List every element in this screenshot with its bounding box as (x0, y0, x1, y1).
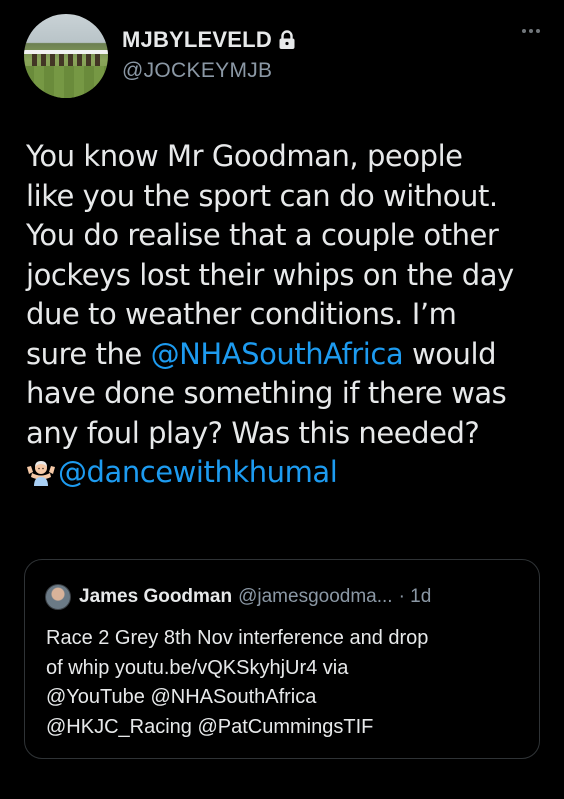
author-avatar[interactable] (24, 14, 108, 98)
quoted-tweet[interactable]: James Goodman @jamesgoodma... · 1d Race … (24, 559, 540, 759)
avatar-horses (32, 54, 102, 66)
tweet-text-fragment: would (403, 336, 497, 371)
quoted-line: @HKJC_Racing @PatCummingsTIF (46, 715, 374, 738)
tweet-line: You know Mr Goodman, people (26, 139, 463, 173)
avatar-track (24, 66, 108, 98)
author-handle[interactable]: @JOCKEYMJB (122, 59, 272, 83)
tweet-line: You do realise that a couple other (26, 218, 499, 252)
mention-link[interactable]: @NHASouthAfrica (151, 337, 404, 371)
lock-icon (278, 30, 296, 50)
quoted-tweet-text: Race 2 Grey 8th Nov interference and dro… (46, 624, 526, 742)
quoted-line: @YouTube @NHASouthAfrica (46, 686, 317, 708)
tweet-line: @dancewithkhumal (26, 453, 546, 493)
more-options-icon[interactable] (522, 29, 540, 33)
quoted-author-avatar[interactable] (45, 584, 71, 610)
tweet: MJBYLEVELD @JOCKEYMJB You know Mr Goodma… (0, 0, 564, 799)
author-display-name[interactable]: MJBYLEVELD (122, 27, 272, 53)
quoted-line: of whip youtu.be/vQKSkyhjUr4 via (46, 656, 349, 679)
tweet-line: have done something if there was (26, 376, 507, 410)
quoted-author-name[interactable]: James Goodman (79, 586, 232, 608)
tweet-line: sure the @NHASouthAfrica would (26, 335, 546, 375)
tweet-line: any foul play? Was this needed? (26, 415, 480, 450)
quoted-author-handle[interactable]: @jamesgoodma... (238, 586, 392, 608)
mention-link[interactable]: @dancewithkhumal (58, 455, 338, 489)
tweet-text: You know Mr Goodman, people like you the… (26, 137, 546, 493)
tweet-line: due to weather conditions. I’m (26, 297, 457, 331)
author-name-row[interactable]: MJBYLEVELD (122, 27, 296, 53)
quoted-tweet-header: James Goodman @jamesgoodma... · 1d (45, 584, 431, 610)
shrug-emoji-icon (26, 456, 56, 486)
tweet-line: like you the sport can do without. (26, 178, 498, 213)
tweet-text-fragment: sure the (26, 336, 151, 371)
quoted-line: Race 2 Grey 8th Nov interference and dro… (46, 627, 429, 649)
quoted-timestamp[interactable]: · 1d (399, 586, 432, 608)
tweet-line: jockeys lost their whips on the day (26, 257, 514, 292)
